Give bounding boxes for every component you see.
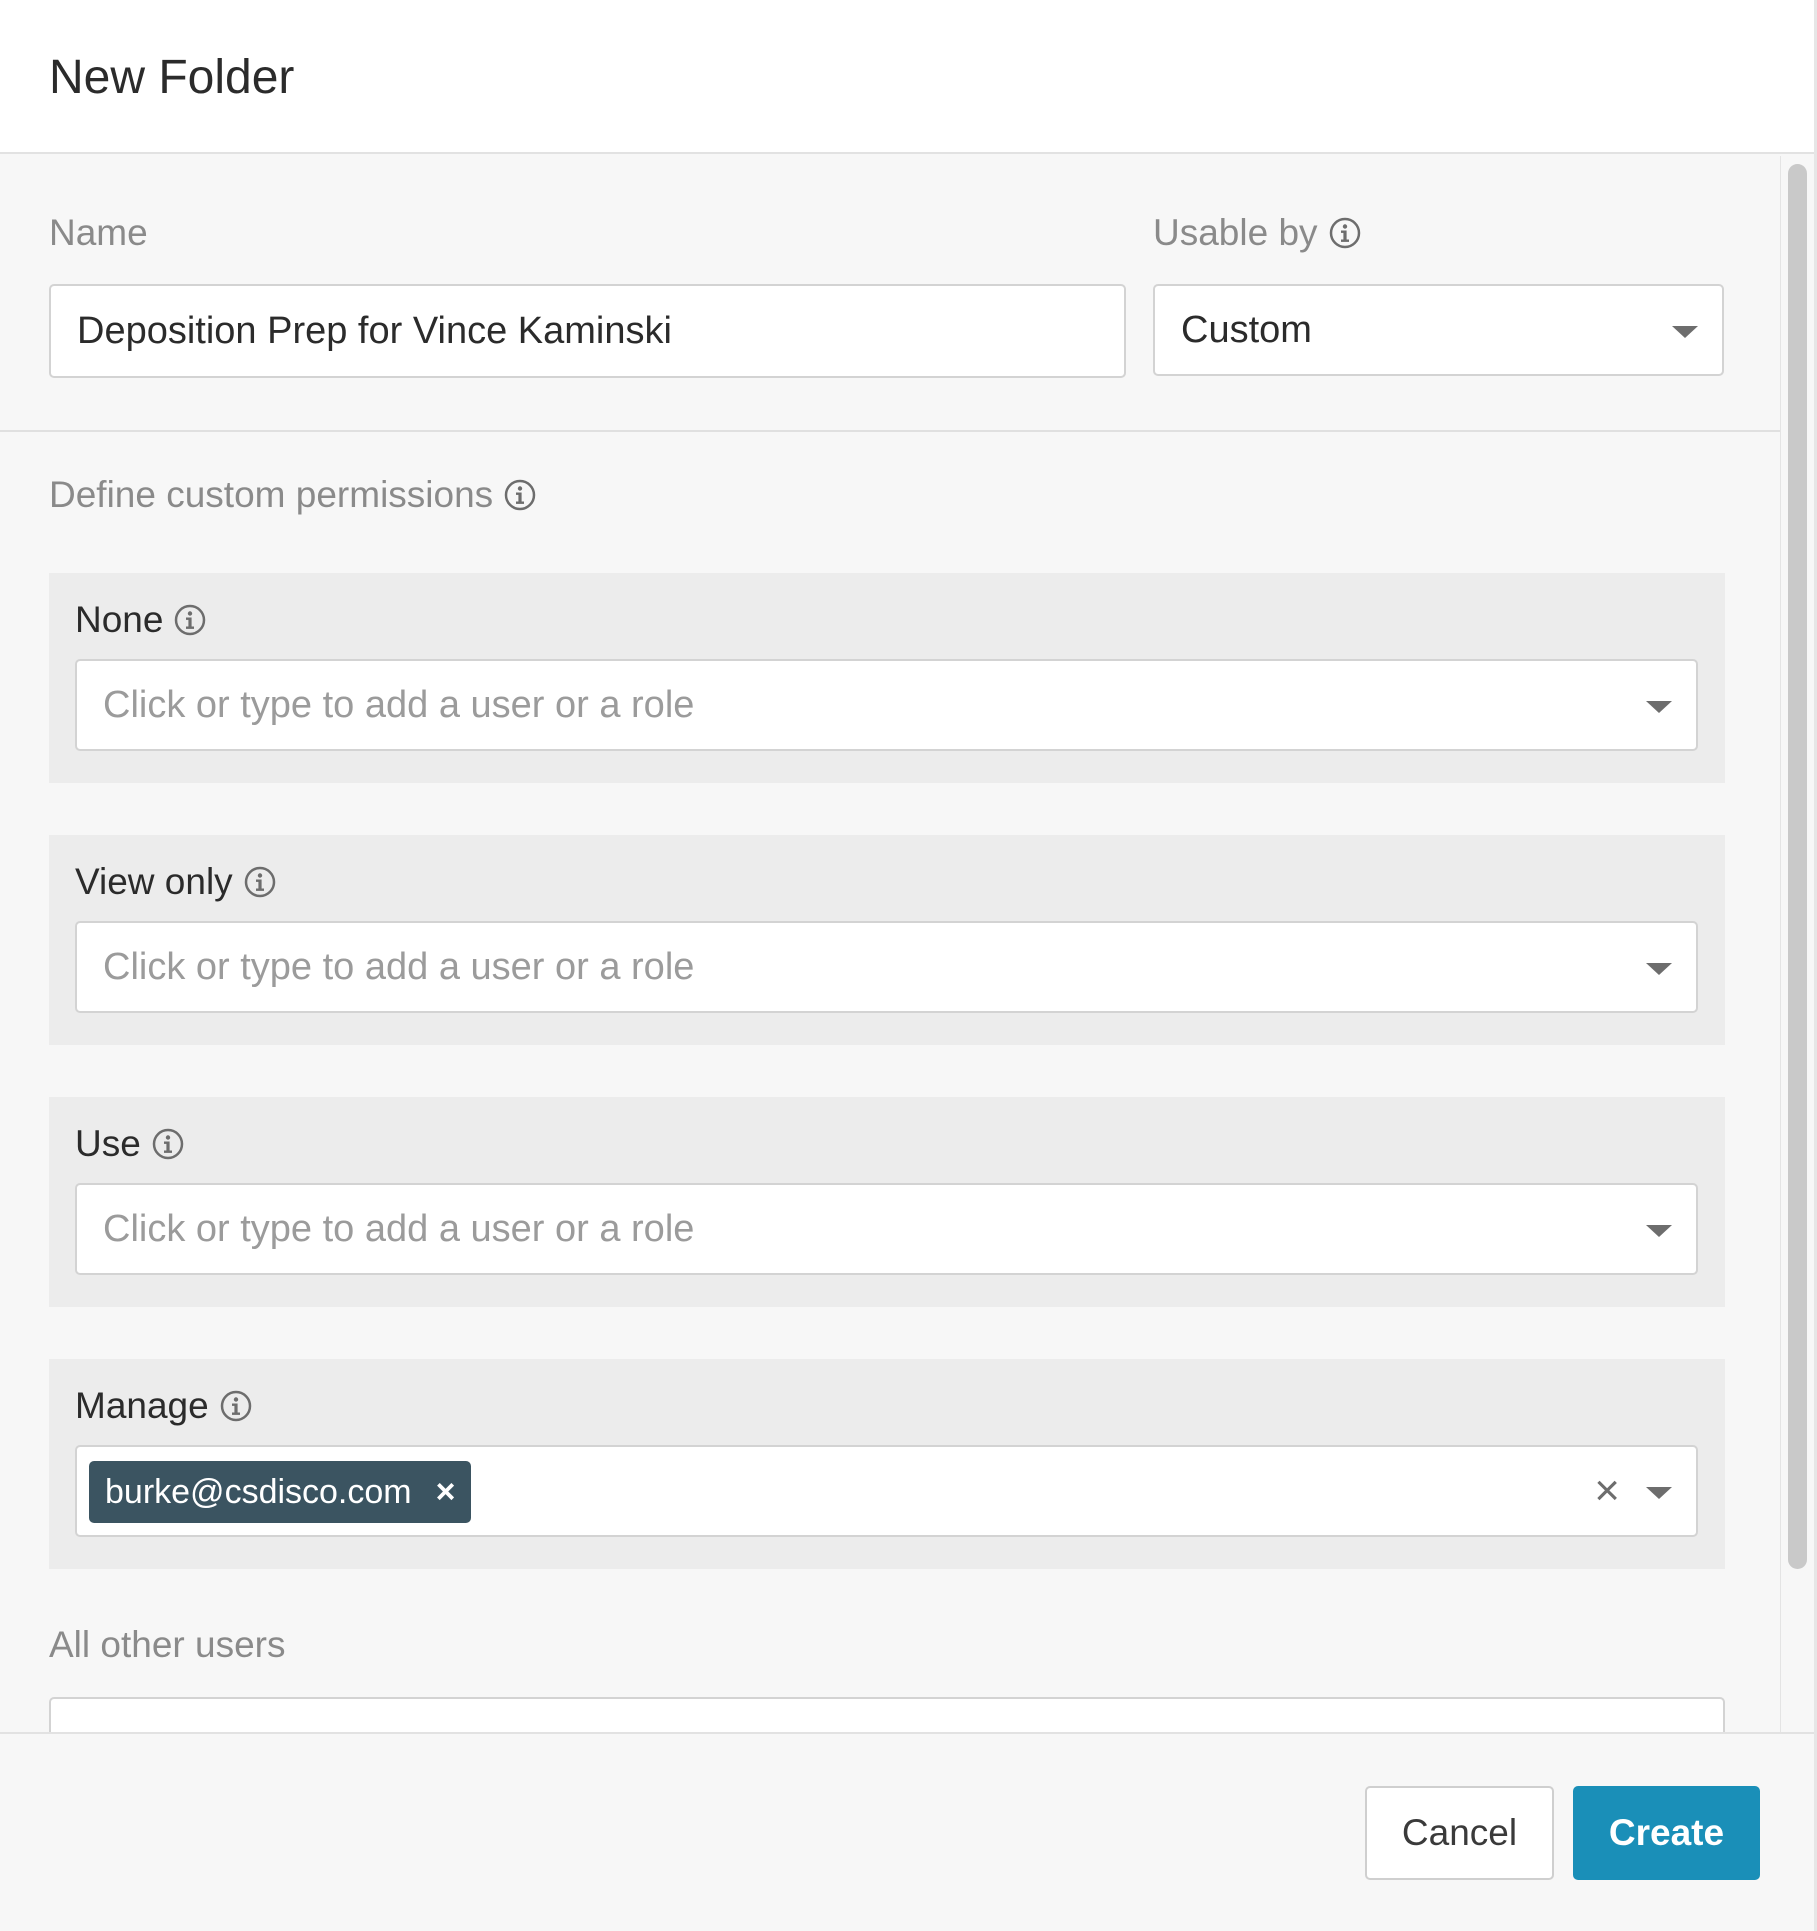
info-icon[interactable] (151, 1127, 185, 1161)
permission-use-input[interactable]: Click or type to add a user or a role (75, 1183, 1698, 1275)
permission-none-placeholder: Click or type to add a user or a role (103, 683, 695, 726)
scrollbar-thumb[interactable] (1788, 164, 1807, 1569)
chevron-down-icon (1672, 326, 1698, 338)
permission-none-label-text: None (75, 599, 164, 640)
all-other-users-label: All other users (49, 1624, 286, 1666)
usable-by-label-text: Usable by (1153, 212, 1318, 253)
chevron-down-icon[interactable] (1646, 1487, 1672, 1499)
permission-none-panel: None Click or type to add a user or a ro… (49, 573, 1725, 783)
chevron-down-icon[interactable] (1646, 701, 1672, 713)
permission-use-label-text: Use (75, 1123, 141, 1164)
permission-none-label: None (75, 599, 207, 641)
permission-use-placeholder: Click or type to add a user or a role (103, 1207, 695, 1250)
permission-manage-panel: Manage burke@csdisco.com × × (49, 1359, 1725, 1569)
all-other-users-select[interactable] (49, 1697, 1725, 1732)
usable-by-value: Custom (1181, 308, 1312, 351)
usable-by-label: Usable by (1153, 212, 1362, 254)
new-folder-dialog: New Folder Name Deposition Prep for Vinc… (0, 0, 1817, 1931)
info-icon[interactable] (243, 865, 277, 899)
permission-manage-label-text: Manage (75, 1385, 209, 1426)
custom-permissions-label: Define custom permissions (49, 474, 537, 516)
dialog-title: New Folder (49, 51, 295, 104)
dialog-body: Name Deposition Prep for Vince Kaminski … (0, 156, 1780, 1732)
name-input[interactable]: Deposition Prep for Vince Kaminski (49, 284, 1126, 378)
permission-none-input[interactable]: Click or type to add a user or a role (75, 659, 1698, 751)
permission-use-panel: Use Click or type to add a user or a rol… (49, 1097, 1725, 1307)
name-label: Name (49, 212, 148, 254)
dialog-header: New Folder (0, 0, 1814, 154)
chevron-down-icon[interactable] (1646, 963, 1672, 975)
name-label-text: Name (49, 212, 148, 253)
info-icon[interactable] (1328, 216, 1362, 250)
permission-view-only-input[interactable]: Click or type to add a user or a role (75, 921, 1698, 1013)
permission-use-label: Use (75, 1123, 185, 1165)
create-button[interactable]: Create (1573, 1786, 1760, 1880)
permission-view-only-placeholder: Click or type to add a user or a role (103, 945, 695, 988)
section-divider (0, 430, 1780, 432)
user-tag: burke@csdisco.com × (89, 1461, 472, 1523)
all-other-users-label-text: All other users (49, 1624, 286, 1665)
tag-remove-icon[interactable]: × (436, 1475, 456, 1509)
permission-view-only-label-text: View only (75, 861, 233, 902)
chevron-down-icon[interactable] (1646, 1225, 1672, 1237)
close-icon[interactable]: × (1594, 1469, 1620, 1513)
permission-manage-label: Manage (75, 1385, 253, 1427)
info-icon[interactable] (503, 478, 537, 512)
custom-permissions-label-text: Define custom permissions (49, 474, 494, 515)
permission-view-only-label: View only (75, 861, 277, 903)
info-icon[interactable] (219, 1389, 253, 1423)
permission-view-only-panel: View only Click or type to add a user or… (49, 835, 1725, 1045)
info-icon[interactable] (173, 603, 207, 637)
name-input-value: Deposition Prep for Vince Kaminski (77, 309, 672, 352)
dialog-footer: Cancel Create (0, 1732, 1814, 1931)
user-tag-label: burke@csdisco.com (105, 1472, 412, 1511)
usable-by-select[interactable]: Custom (1153, 284, 1724, 376)
permission-manage-input[interactable]: burke@csdisco.com × × (75, 1445, 1698, 1537)
cancel-button[interactable]: Cancel (1365, 1786, 1554, 1880)
